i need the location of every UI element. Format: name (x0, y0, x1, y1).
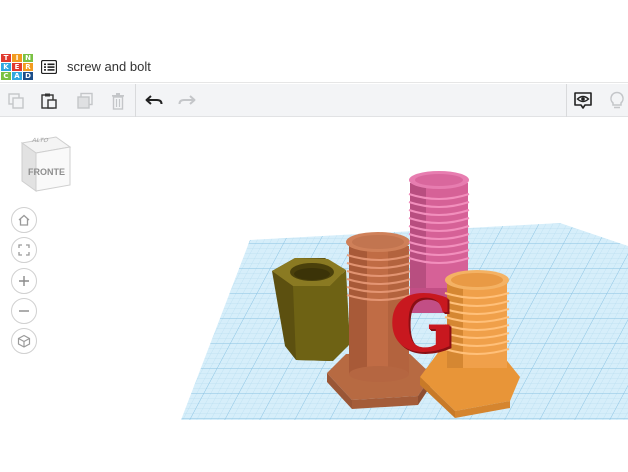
home-icon (18, 214, 30, 226)
logo-letter: R (23, 63, 33, 71)
workplane-scene[interactable] (0, 118, 628, 420)
redo-icon (178, 95, 196, 105)
zoom-in-button[interactable] (11, 268, 37, 294)
paste-icon (41, 93, 57, 109)
copy-icon (8, 93, 24, 109)
duplicate-button[interactable] (72, 88, 98, 114)
design-title[interactable]: screw and bolt (67, 57, 151, 77)
3d-viewport[interactable]: G ALTO FRONTE (0, 118, 628, 420)
logo-letter: A (12, 72, 22, 80)
fit-icon (18, 244, 30, 256)
trash-icon (112, 93, 124, 110)
cube-icon (17, 334, 31, 348)
logo-letter: K (1, 63, 11, 71)
minus-icon (19, 310, 29, 312)
app-header: T I N K E R C A D screw and bolt (0, 53, 628, 83)
plus-icon (19, 276, 29, 286)
view-cube-top-label[interactable]: ALTO (31, 138, 49, 144)
undo-icon (145, 95, 163, 105)
home-view-button[interactable] (11, 207, 37, 233)
logo-letter: C (1, 72, 11, 80)
notes-visibility-button[interactable] (570, 88, 596, 114)
logo-letter: T (1, 54, 11, 62)
zoom-out-button[interactable] (11, 298, 37, 324)
view-cube-shape (20, 136, 72, 192)
light-bulb-button[interactable] (604, 88, 628, 114)
copy-button[interactable] (3, 88, 29, 114)
edit-toolbar (0, 84, 628, 117)
tinkercad-logo[interactable]: T I N K E R C A D (0, 53, 33, 81)
logo-letter: N (23, 54, 33, 62)
view-cube[interactable]: ALTO FRONTE (18, 135, 74, 197)
view-cube-front-label[interactable]: FRONTE (28, 167, 65, 177)
fit-view-button[interactable] (11, 237, 37, 263)
redo-button[interactable] (174, 88, 200, 114)
design-list-button[interactable] (38, 56, 60, 78)
light-bulb-icon (610, 91, 624, 109)
delete-button[interactable] (105, 88, 131, 114)
toolbar-divider (566, 84, 567, 117)
logo-letter: D (23, 72, 33, 80)
toolbar-divider (135, 84, 136, 117)
letter-g-shape[interactable]: G (389, 286, 456, 364)
tinkercad-editor: T I N K E R C A D screw and bolt G ALTO … (0, 0, 628, 472)
paste-button[interactable] (36, 88, 62, 114)
eye-speech-icon (574, 92, 592, 109)
logo-letter: I (12, 54, 22, 62)
bottom-area (0, 420, 628, 472)
undo-button[interactable] (141, 88, 167, 114)
list-icon (41, 60, 57, 74)
duplicate-icon (77, 92, 93, 109)
perspective-button[interactable] (11, 328, 37, 354)
logo-letter: E (12, 63, 22, 71)
